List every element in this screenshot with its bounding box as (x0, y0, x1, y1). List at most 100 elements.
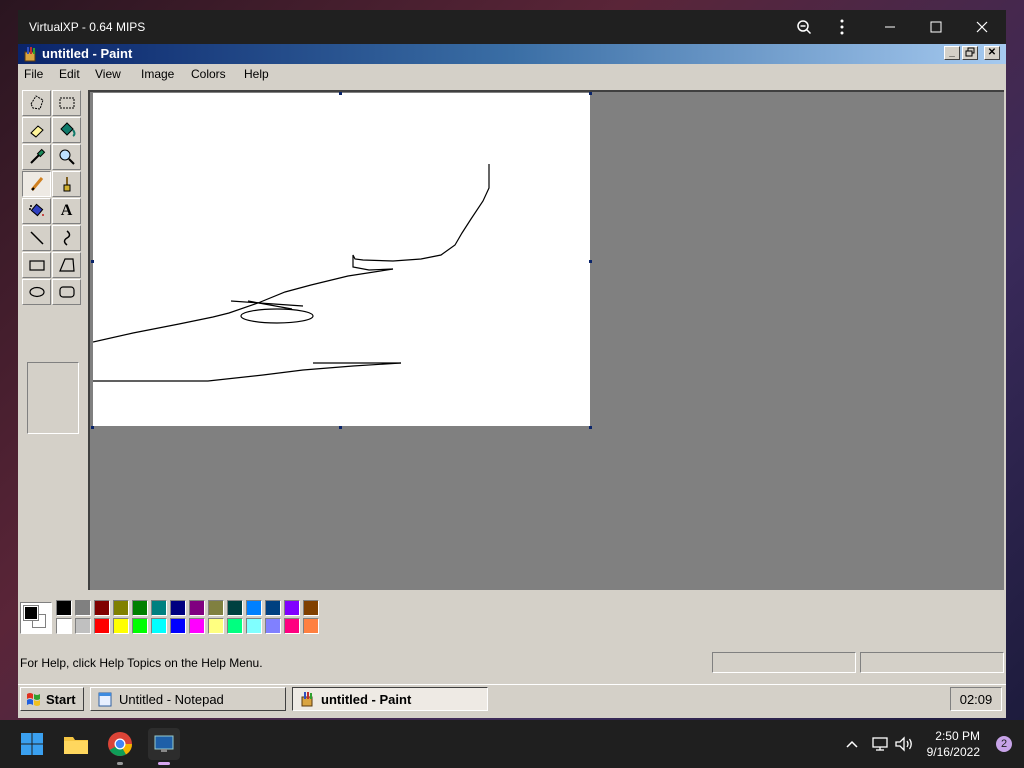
palette-swatch[interactable] (284, 600, 300, 616)
palette-swatch[interactable] (94, 600, 110, 616)
canvas-drawing (92, 164, 490, 382)
xp-taskbar: Start Untitled - Notepad untitled - Pain… (18, 684, 1006, 718)
palette-swatch[interactable] (132, 618, 148, 634)
palette-swatch[interactable] (303, 618, 319, 634)
palette-swatch[interactable] (227, 618, 243, 634)
resize-handle[interactable] (339, 92, 342, 95)
chrome-icon[interactable] (104, 728, 136, 765)
color-picker-icon[interactable] (22, 144, 51, 170)
canvas-workspace (88, 90, 1004, 590)
menu-edit[interactable]: Edit (59, 67, 80, 81)
menu-file[interactable]: File (24, 67, 43, 81)
minimize-icon[interactable] (868, 10, 912, 44)
virtualxp-taskbar-icon[interactable] (148, 728, 180, 765)
more-options-icon[interactable] (820, 10, 864, 44)
foreground-color-swatch[interactable] (23, 605, 39, 621)
status-bar: For Help, click Help Topics on the Help … (18, 650, 1006, 674)
virtualxp-window: VirtualXP - 0.64 MIPS untitled - Paint _… (18, 10, 1006, 718)
xp-tray-clock: 02:09 (950, 687, 1002, 711)
resize-handle[interactable] (91, 426, 94, 429)
host-titlebar: VirtualXP - 0.64 MIPS (18, 10, 1006, 44)
palette-swatch[interactable] (265, 618, 281, 634)
resize-handle[interactable] (589, 260, 592, 263)
palette-swatch[interactable] (284, 618, 300, 634)
menu-view[interactable]: View (95, 67, 121, 81)
brush-icon[interactable] (52, 171, 81, 197)
file-explorer-icon[interactable] (60, 728, 92, 760)
fill-bucket-icon[interactable] (52, 117, 81, 143)
close-icon[interactable] (960, 10, 1004, 44)
menu-image[interactable]: Image (141, 67, 174, 81)
task-label: untitled - Paint (321, 691, 412, 707)
polygon-tool-icon[interactable] (52, 252, 81, 278)
drawing-canvas[interactable] (92, 93, 590, 426)
palette-swatch[interactable] (113, 618, 129, 634)
palette-swatch[interactable] (303, 600, 319, 616)
menu-bar: File Edit View Image Colors Help (18, 64, 1006, 84)
rounded-rect-tool-icon[interactable] (52, 279, 81, 305)
paint-window: untitled - Paint _ ✕ File Edit View Imag… (18, 44, 1006, 684)
menu-colors[interactable]: Colors (191, 67, 226, 81)
palette-swatch[interactable] (75, 618, 91, 634)
eraser-icon[interactable] (22, 117, 51, 143)
current-colors-box[interactable] (20, 602, 52, 634)
ellipse-tool-icon[interactable] (22, 279, 51, 305)
windows-flag-icon (27, 693, 40, 706)
palette-swatch[interactable] (208, 600, 224, 616)
windows-start-icon[interactable] (16, 728, 48, 760)
task-label: Untitled - Notepad (119, 691, 224, 707)
paint-titlebar[interactable]: untitled - Paint _ ✕ (18, 44, 1006, 64)
palette-swatch[interactable] (246, 600, 262, 616)
system-clock-date[interactable]: 9/16/2022 (927, 745, 980, 759)
palette-swatch[interactable] (265, 600, 281, 616)
palette-swatch[interactable] (56, 600, 72, 616)
palette-swatch[interactable] (170, 618, 186, 634)
palette-swatch[interactable] (113, 600, 129, 616)
taskbar-paint-button[interactable]: untitled - Paint (292, 687, 488, 711)
paint-minimize-button[interactable]: _ (944, 46, 960, 60)
active-indicator (158, 762, 170, 765)
rectangle-tool-icon[interactable] (22, 252, 51, 278)
rect-select-icon[interactable] (52, 90, 81, 116)
palette-swatch[interactable] (151, 600, 167, 616)
maximize-icon[interactable] (914, 10, 958, 44)
palette-swatch[interactable] (75, 600, 91, 616)
taskbar-notepad-button[interactable]: Untitled - Notepad (90, 687, 286, 711)
free-select-icon[interactable] (22, 90, 51, 116)
volume-icon[interactable] (888, 728, 920, 760)
paint-close-button[interactable]: ✕ (984, 46, 1000, 60)
tool-options-box[interactable] (27, 362, 79, 434)
paint-restore-button[interactable] (962, 46, 978, 60)
resize-handle[interactable] (589, 92, 592, 95)
notepad-icon (98, 692, 112, 707)
notification-badge[interactable]: 2 (996, 736, 1012, 752)
palette-swatch[interactable] (94, 618, 110, 634)
palette-swatch[interactable] (208, 618, 224, 634)
resize-handle[interactable] (91, 260, 94, 263)
palette-swatch[interactable] (170, 600, 186, 616)
airbrush-icon[interactable] (22, 198, 51, 224)
line-tool-icon[interactable] (22, 225, 51, 251)
status-pane-size (860, 652, 1004, 673)
magnifier-icon[interactable] (52, 144, 81, 170)
palette-swatch[interactable] (189, 600, 205, 616)
palette-swatch[interactable] (151, 618, 167, 634)
palette-swatch[interactable] (189, 618, 205, 634)
resize-handle[interactable] (589, 426, 592, 429)
color-palette (18, 600, 1006, 646)
curve-tool-icon[interactable] (52, 225, 81, 251)
pencil-icon[interactable] (22, 171, 51, 197)
start-button[interactable]: Start (20, 687, 84, 711)
palette-swatch[interactable] (56, 618, 72, 634)
host-window-title: VirtualXP - 0.64 MIPS (29, 20, 146, 34)
paint-task-icon (301, 692, 313, 707)
palette-swatch[interactable] (132, 600, 148, 616)
palette-swatch[interactable] (246, 618, 262, 634)
resize-handle[interactable] (339, 426, 342, 429)
text-tool-icon[interactable]: A (52, 198, 81, 224)
menu-help[interactable]: Help (244, 67, 269, 81)
windows-taskbar: 2:50 PM 9/16/2022 2 (0, 720, 1024, 768)
palette-swatch[interactable] (227, 600, 243, 616)
system-clock-time[interactable]: 2:50 PM (935, 729, 980, 743)
status-text: For Help, click Help Topics on the Help … (20, 656, 263, 670)
